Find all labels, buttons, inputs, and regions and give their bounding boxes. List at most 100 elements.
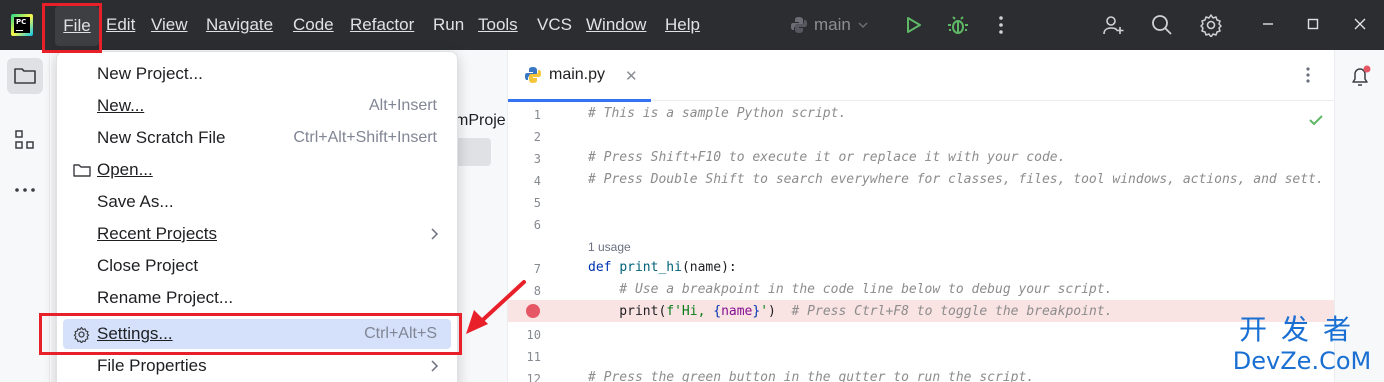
menu-item-rename-project[interactable]: Rename Project... bbox=[63, 283, 451, 313]
menu-item-shortcut: Alt+Insert bbox=[368, 97, 437, 114]
menu-item-close-project[interactable]: Close Project bbox=[63, 251, 451, 281]
close-icon[interactable] bbox=[1348, 12, 1372, 36]
folder-icon bbox=[73, 164, 91, 177]
menu-item-label: Rename Project... bbox=[97, 288, 234, 307]
menu-item-recent-projects[interactable]: Recent Projects bbox=[63, 219, 451, 249]
tab-close-icon[interactable]: ✕ bbox=[625, 67, 638, 85]
menu-navigate-label: Navigate bbox=[206, 15, 274, 34]
line-number: 4 bbox=[533, 174, 541, 188]
notifications-icon[interactable] bbox=[1347, 64, 1373, 90]
logo-text: PC bbox=[16, 18, 27, 26]
folder-icon bbox=[14, 68, 36, 84]
annotation-arrow-icon bbox=[466, 280, 526, 334]
watermark-line-2: DevZe.CoM bbox=[1232, 347, 1372, 375]
more-tools-button[interactable] bbox=[7, 172, 43, 208]
menu-run[interactable]: Run bbox=[433, 0, 464, 50]
title-bar: PC File Edit View Navigate Code Refactor… bbox=[0, 0, 1384, 50]
menu-window-label: Window bbox=[586, 15, 647, 34]
menu-item-label: Save As... bbox=[97, 192, 174, 211]
run-config-label: main bbox=[814, 15, 851, 34]
gear-icon[interactable] bbox=[1199, 13, 1223, 37]
menu-item-new-scratch-file[interactable]: New Scratch File Ctrl+Alt+Shift+Insert bbox=[63, 123, 451, 153]
python-file-icon bbox=[525, 67, 541, 83]
line-number: 6 bbox=[533, 218, 541, 232]
menu-tools-label: Tools bbox=[478, 15, 518, 34]
code-line: # Press the green button in the gutter t… bbox=[588, 370, 1035, 382]
menu-item-open[interactable]: Open... bbox=[63, 155, 451, 185]
tab-main-py[interactable]: main.py ✕ bbox=[508, 50, 651, 102]
code-line: # Use a breakpoint in the code line belo… bbox=[588, 282, 1113, 297]
string: f'Hi, bbox=[666, 304, 714, 319]
menu-edit[interactable]: Edit bbox=[106, 0, 135, 50]
menu-item-label: Recent Projects bbox=[97, 224, 217, 243]
pycharm-logo-icon[interactable]: PC bbox=[11, 14, 33, 36]
editor-tab-bar: main.py ✕ bbox=[508, 50, 1334, 102]
code-area[interactable]: # This is a sample Python script. # Pres… bbox=[508, 102, 1334, 382]
menu-vcs[interactable]: VCS bbox=[537, 0, 572, 50]
menu-item-label: File Properties bbox=[97, 356, 207, 375]
code-text: ) bbox=[768, 304, 776, 319]
structure-icon bbox=[15, 130, 34, 149]
menu-code[interactable]: Code bbox=[293, 0, 334, 50]
variable: name bbox=[721, 304, 753, 319]
menu-item-save-as[interactable]: Save As... bbox=[63, 187, 451, 217]
menu-help-label: Help bbox=[665, 15, 700, 34]
tab-options-icon[interactable] bbox=[1300, 64, 1316, 86]
search-icon[interactable] bbox=[1150, 13, 1174, 37]
menu-window[interactable]: Window bbox=[586, 0, 646, 50]
menu-navigate[interactable]: Navigate bbox=[206, 0, 273, 50]
add-user-icon[interactable] bbox=[1101, 13, 1125, 37]
code-line: # This is a sample Python script. bbox=[588, 106, 847, 121]
line-number: 11 bbox=[526, 350, 541, 364]
menu-item-label: New Scratch File bbox=[97, 128, 226, 147]
structure-tool-button[interactable] bbox=[7, 122, 43, 158]
usage-hint[interactable]: 1 usage bbox=[588, 240, 631, 254]
project-tree-selected-row[interactable] bbox=[455, 138, 491, 166]
line-number: 3 bbox=[533, 152, 541, 166]
menu-item-file-properties[interactable]: File Properties bbox=[63, 351, 451, 381]
code-line: # Press Double Shift to search everywher… bbox=[588, 172, 1324, 187]
keyword: def bbox=[588, 260, 612, 275]
menu-item-new[interactable]: New... Alt+Insert bbox=[63, 91, 451, 121]
code-line: def print_hi(name): bbox=[588, 260, 737, 275]
menu-tools[interactable]: Tools bbox=[478, 0, 518, 50]
menu-code-label: Code bbox=[293, 15, 334, 34]
line-number: 7 bbox=[533, 262, 541, 276]
minimize-icon[interactable] bbox=[1256, 12, 1280, 36]
menu-item-label: Open... bbox=[97, 160, 153, 179]
line-number: 1 bbox=[533, 108, 541, 122]
annotation-highlight-settings bbox=[39, 313, 462, 355]
chevron-right-icon bbox=[431, 360, 439, 372]
more-horizontal-icon bbox=[15, 188, 35, 192]
project-tree-root-label[interactable]: mProje bbox=[455, 112, 506, 130]
chevron-down-icon bbox=[858, 22, 868, 29]
line-gutter[interactable]: 1 2 3 4 5 6 7 8 10 11 12 bbox=[508, 102, 586, 382]
maximize-icon[interactable] bbox=[1301, 12, 1325, 36]
menu-view[interactable]: View bbox=[151, 0, 188, 50]
menu-item-label: New Project... bbox=[97, 64, 203, 83]
menu-help[interactable]: Help bbox=[665, 0, 700, 50]
comment: # Press Ctrl+F8 to toggle the breakpoint… bbox=[775, 304, 1113, 319]
menu-refactor[interactable]: Refactor bbox=[350, 0, 414, 50]
code-line: # Press Shift+F10 to execute it or repla… bbox=[588, 150, 1066, 165]
debug-icon[interactable] bbox=[946, 13, 970, 37]
line-number: 2 bbox=[533, 130, 541, 144]
project-tool-button[interactable] bbox=[7, 58, 43, 94]
run-config-selector[interactable]: main bbox=[790, 14, 869, 36]
menu-refactor-label: Refactor bbox=[350, 15, 415, 34]
builtin: print bbox=[588, 304, 659, 319]
line-number: 12 bbox=[526, 372, 541, 382]
run-icon[interactable] bbox=[901, 13, 925, 37]
watermark-logo: 开发者 DevZe.CoM bbox=[1226, 314, 1378, 380]
menu-item-new-project[interactable]: New Project... bbox=[63, 59, 451, 89]
code-line: print(f'Hi, {name}') # Press Ctrl+F8 to … bbox=[588, 304, 1112, 319]
tab-label: main.py bbox=[549, 66, 606, 83]
string: ' bbox=[760, 304, 769, 319]
inspection-ok-icon[interactable] bbox=[1308, 112, 1324, 128]
annotation-highlight-file-menu bbox=[42, 3, 102, 53]
menu-edit-label: Edit bbox=[106, 15, 136, 34]
more-vertical-icon[interactable] bbox=[989, 13, 1013, 37]
menu-view-label: View bbox=[151, 15, 188, 34]
line-number: 5 bbox=[533, 196, 541, 210]
chevron-right-icon bbox=[431, 228, 439, 240]
